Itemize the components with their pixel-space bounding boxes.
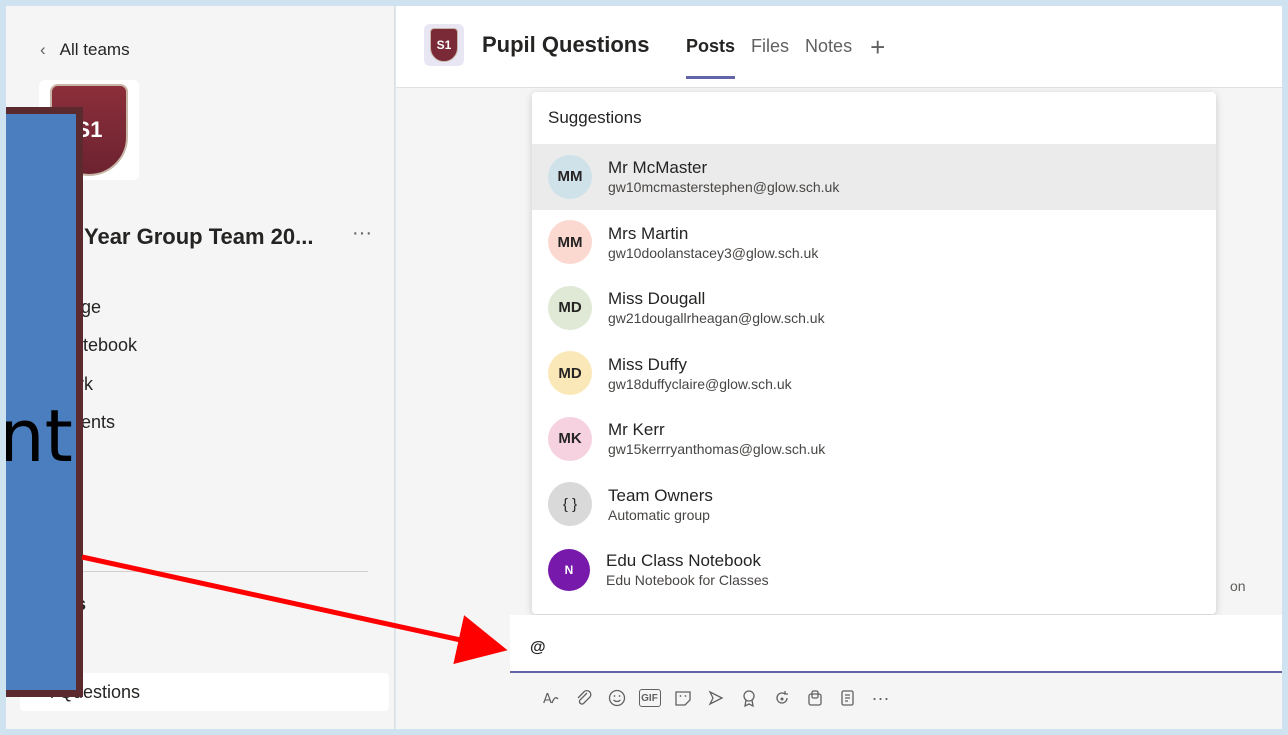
suggestion-email: gw18duffyclaire@glow.sch.uk xyxy=(608,375,792,392)
suggestion-email: Edu Notebook for Classes xyxy=(606,572,769,589)
suggestion-email: gw10doolanstacey3@glow.sch.uk xyxy=(608,244,819,261)
avatar: MK xyxy=(548,416,592,461)
onenote-icon: N xyxy=(548,548,590,591)
suggestion-text: Edu Class Notebook Edu Notebook for Clas… xyxy=(606,551,769,588)
gif-label: GIF xyxy=(638,689,661,707)
suggestion-name: Mr Kerr xyxy=(608,420,665,440)
mention-suggestions-popup: Suggestions MM Mr McMaster gw10mcmasters… xyxy=(532,92,1216,614)
avatar: MD xyxy=(548,285,592,330)
chevron-left-icon: ‹ xyxy=(40,40,46,59)
praise-icon[interactable] xyxy=(732,684,765,712)
suggestion-item[interactable]: MD Miss Dougall gw21dougallrheagan@glow.… xyxy=(532,275,1216,341)
onenote-letter: N xyxy=(564,562,574,577)
channel-main: S1 Pupil Questions Posts Files Notes + S… xyxy=(396,6,1288,729)
avatar: MD xyxy=(548,351,592,396)
avatar: MM xyxy=(548,220,592,265)
suggestion-name: Mrs Martin xyxy=(608,223,689,243)
forms-icon[interactable] xyxy=(831,684,864,712)
suggestion-text: Miss Dougall gw21dougallrheagan@glow.sch… xyxy=(608,289,825,326)
compose-box[interactable]: @ xyxy=(510,615,1288,673)
svg-text:A: A xyxy=(543,692,552,707)
background-message-text: on xyxy=(1230,578,1246,594)
apps-icon[interactable] xyxy=(798,684,831,712)
channel-avatar: S1 xyxy=(424,24,464,66)
suggestion-item[interactable]: MM Mr McMaster gw10mcmasterstephen@glow.… xyxy=(532,144,1216,210)
avatar: MM xyxy=(548,154,592,199)
suggestion-email: Automatic group xyxy=(608,506,710,523)
suggestion-item[interactable]: { } Team Owners Automatic group xyxy=(532,472,1216,538)
avatar-label: S1 xyxy=(436,38,452,52)
suggestion-email: gw10mcmasterstephen@glow.sch.uk xyxy=(608,179,840,196)
tab-notes[interactable]: Notes xyxy=(805,36,852,57)
suggestion-name: Team Owners xyxy=(608,485,713,505)
compose-input[interactable]: @ xyxy=(530,639,546,657)
loop-icon[interactable] xyxy=(765,684,798,712)
channel-header: S1 Pupil Questions Posts Files Notes + xyxy=(396,6,1288,88)
suggestion-text: Mr McMaster gw10mcmasterstephen@glow.sch… xyxy=(608,158,839,195)
callout-text: nt xyxy=(0,394,73,478)
suggestion-name: Miss Dougall xyxy=(608,289,706,309)
tab-posts[interactable]: Posts xyxy=(686,36,736,79)
format-icon[interactable]: A xyxy=(534,684,567,712)
suggestion-name: Mr McMaster xyxy=(608,158,708,178)
callout-box: nt xyxy=(0,107,83,697)
suggestion-item[interactable]: MK Mr Kerr gw15kerrryanthomas@glow.sch.u… xyxy=(532,406,1216,472)
suggestion-text: Mrs Martin gw10doolanstacey3@glow.sch.uk xyxy=(608,224,818,261)
sidebar-divider xyxy=(46,571,368,572)
meet-icon[interactable] xyxy=(699,684,732,712)
suggestion-email: gw21dougallrheagan@glow.sch.uk xyxy=(608,310,825,327)
all-teams-link[interactable]: ‹ All teams xyxy=(40,40,130,60)
more-icon[interactable]: ··· xyxy=(864,684,897,712)
school-crest-icon: S1 xyxy=(430,28,458,62)
suggestion-item[interactable]: MD Miss Duffy gw18duffyclaire@glow.sch.u… xyxy=(532,341,1216,407)
emoji-icon[interactable] xyxy=(600,684,633,712)
suggestions-list: MM Mr McMaster gw10mcmasterstephen@glow.… xyxy=(532,144,1216,603)
suggestion-text: Miss Duffy gw18duffyclaire@glow.sch.uk xyxy=(608,355,792,392)
all-teams-label: All teams xyxy=(59,40,130,59)
compose-toolbar: A GIF ··· xyxy=(534,684,897,712)
suggestion-item[interactable]: MM Mrs Martin gw10doolanstacey3@glow.sch… xyxy=(532,210,1216,276)
gif-icon[interactable]: GIF xyxy=(633,684,666,712)
suggestion-name: Miss Duffy xyxy=(608,354,688,374)
add-tab-icon[interactable]: + xyxy=(870,34,885,60)
attach-icon[interactable] xyxy=(567,684,600,712)
suggestion-name: Edu Class Notebook xyxy=(606,551,761,571)
tab-files[interactable]: Files xyxy=(751,36,789,57)
team-more-options-button[interactable]: ··· xyxy=(352,222,372,245)
suggestion-email: gw15kerrryanthomas@glow.sch.uk xyxy=(608,441,826,458)
suggestion-text: Mr Kerr gw15kerrryanthomas@glow.sch.uk xyxy=(608,420,825,457)
suggestions-title: Suggestions xyxy=(548,108,642,127)
group-icon: { } xyxy=(548,482,592,527)
channel-tabs: Posts Files Notes + xyxy=(686,34,885,79)
sticker-icon[interactable] xyxy=(666,684,699,712)
team-name: Year Group Team 20... xyxy=(84,224,314,249)
suggestion-item[interactable]: N Edu Class Notebook Edu Notebook for Cl… xyxy=(532,537,1216,603)
suggestion-text: Team Owners Automatic group xyxy=(608,486,713,523)
channel-title: Pupil Questions xyxy=(482,32,650,57)
